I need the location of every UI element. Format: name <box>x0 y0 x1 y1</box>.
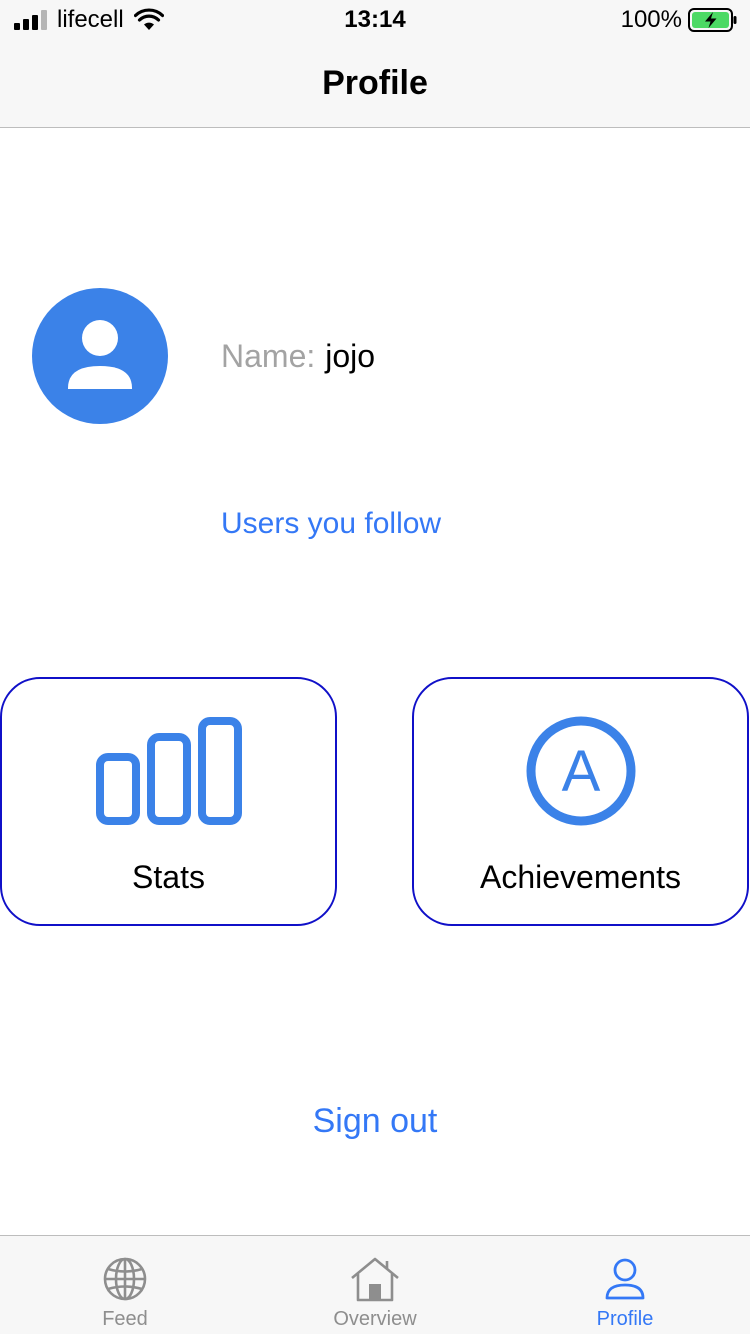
users-you-follow-link[interactable]: Users you follow <box>221 507 441 541</box>
battery-percentage: 100% <box>620 6 682 33</box>
name-value: jojo <box>325 338 376 374</box>
person-outline-icon <box>605 1258 645 1300</box>
tab-overview-icon-wrap <box>250 1256 500 1302</box>
battery-charging-icon <box>688 8 737 32</box>
tab-bar: Feed Overview Profile <box>0 1235 750 1334</box>
page-title: Profile <box>322 64 428 102</box>
tab-feed[interactable]: Feed <box>0 1236 250 1334</box>
achievements-icon-wrap: A <box>414 715 747 827</box>
sign-out-button[interactable]: Sign out <box>0 1102 750 1141</box>
avatar <box>32 288 168 424</box>
globe-icon <box>103 1257 147 1301</box>
status-right: 100% <box>621 6 738 34</box>
achievements-card[interactable]: A Achievements <box>412 677 749 926</box>
person-icon <box>68 320 132 389</box>
achievements-label: Achievements <box>480 859 681 895</box>
name-label: Name: <box>221 338 316 374</box>
achievement-badge-icon: A <box>526 716 635 826</box>
home-icon <box>351 1257 399 1302</box>
tab-overview[interactable]: Overview <box>250 1236 500 1334</box>
bar-chart-icon <box>95 717 242 825</box>
status-bar: lifecell 13:14 100% <box>0 0 750 40</box>
stats-card[interactable]: Stats <box>0 677 337 926</box>
stats-label: Stats <box>132 859 205 895</box>
tab-feed-label: Feed <box>102 1308 148 1330</box>
tab-profile-label: Profile <box>596 1308 654 1330</box>
tab-feed-icon-wrap <box>0 1256 250 1302</box>
navigation-bar: Profile <box>0 40 750 128</box>
name-row: Name: jojo <box>221 336 375 376</box>
achievement-letter: A <box>561 739 600 804</box>
tab-profile[interactable]: Profile <box>500 1236 750 1334</box>
tab-profile-icon-wrap <box>500 1256 750 1302</box>
tab-overview-label: Overview <box>333 1308 417 1330</box>
stats-icon-wrap <box>2 717 335 825</box>
